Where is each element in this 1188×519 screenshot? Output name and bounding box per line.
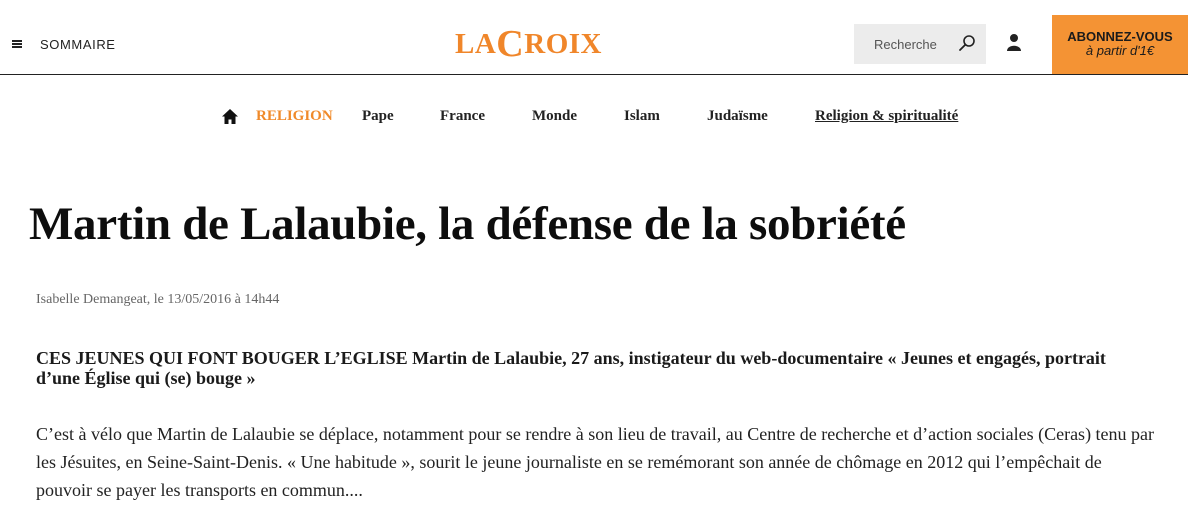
sommaire-label: SOMMAIRE — [40, 36, 116, 52]
home-icon[interactable] — [222, 109, 238, 124]
article-chapo: CES JEUNES QUI FONT BOUGER L’EGLISE Mart… — [36, 348, 1106, 388]
nav-item-france[interactable]: France — [440, 108, 485, 125]
subscribe-button[interactable]: ABONNEZ-VOUS à partir d'1€ — [1052, 15, 1188, 74]
article-body: C’est à vélo que Martin de Lalaubie se d… — [36, 424, 1155, 500]
subscribe-price: à partir d'1€ — [1085, 43, 1155, 58]
section-nav: RELIGION Pape France Monde Islam Judaïsm… — [0, 100, 1188, 134]
nav-item-religion[interactable]: RELIGION — [256, 108, 333, 125]
search-input[interactable] — [874, 36, 954, 52]
subscribe-title: ABONNEZ-VOUS — [1067, 29, 1173, 44]
article-byline: Isabelle Demangeat, le 13/05/2016 à 14h4… — [36, 292, 280, 307]
nav-item-islam[interactable]: Islam — [624, 108, 660, 125]
nav-item-monde[interactable]: Monde — [532, 108, 577, 125]
la-croix-logo[interactable]: LA C ROIX — [455, 22, 602, 63]
search-box[interactable] — [854, 24, 986, 64]
hamburger-icon — [12, 40, 22, 48]
nav-item-judaisme[interactable]: Judaïsme — [707, 108, 768, 125]
search-icon[interactable] — [958, 34, 976, 52]
nav-item-pape[interactable]: Pape — [362, 108, 394, 125]
sommaire-menu-button[interactable]: SOMMAIRE — [12, 34, 116, 54]
article-title: Martin de Lalaubie, la défense de la sob… — [29, 198, 906, 250]
nav-item-religion-spiritualite[interactable]: Religion & spiritualité — [815, 108, 958, 125]
site-header: SOMMAIRE LACROIX ABONNEZ-VOUS à partir d… — [0, 0, 1188, 75]
user-account-icon[interactable] — [1006, 33, 1022, 51]
